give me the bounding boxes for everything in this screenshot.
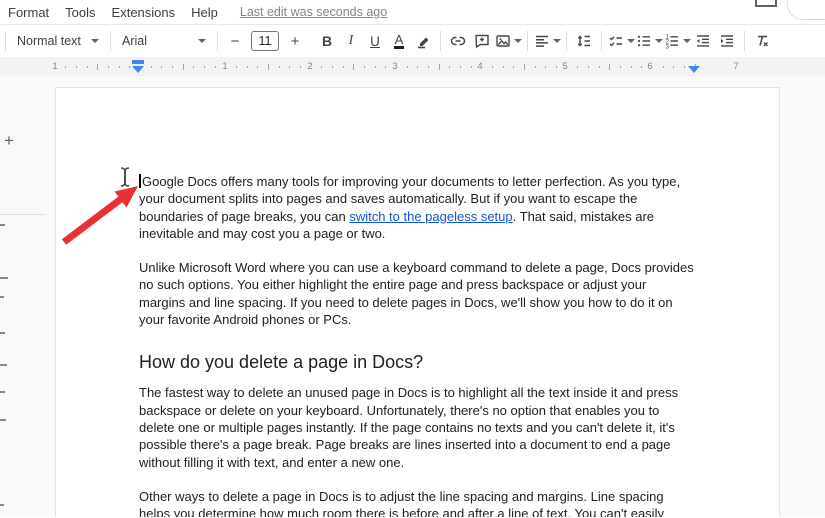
video-call-icon[interactable]: [755, 0, 777, 7]
chevron-down-icon: [683, 39, 691, 43]
font-size-decrease-button[interactable]: −: [223, 29, 247, 53]
text-color-button[interactable]: A: [387, 29, 411, 53]
share-button[interactable]: [787, 0, 825, 20]
increase-indent-icon: [718, 32, 736, 50]
insert-image-button[interactable]: [494, 29, 522, 53]
right-indent-marker[interactable]: [688, 66, 700, 73]
first-line-indent-marker[interactable]: [132, 60, 144, 64]
font-family-dropdown[interactable]: Arial: [116, 29, 212, 53]
menu-bar: Format Tools Extensions Help Last edit w…: [0, 0, 825, 25]
horizontal-ruler[interactable]: 1 1 2 3 4 5 6 7: [0, 57, 825, 76]
align-left-icon: [533, 32, 551, 50]
toolbar-divider: [744, 31, 745, 51]
paragraph-style-dropdown[interactable]: Normal text: [11, 29, 105, 53]
ruler-number: 1: [219, 60, 231, 73]
paragraph-style-value: Normal text: [17, 34, 81, 48]
chevron-down-icon: [91, 39, 99, 43]
checklist-button[interactable]: [607, 29, 635, 53]
toolbar-divider: [527, 31, 528, 51]
italic-button[interactable]: I: [339, 29, 363, 53]
bold-button[interactable]: B: [315, 29, 339, 53]
document-text[interactable]: Google Docs offers many tools for improv…: [139, 173, 695, 517]
outline-item-mark: [0, 224, 5, 226]
menu-format[interactable]: Format: [0, 5, 57, 20]
menu-help[interactable]: Help: [183, 5, 226, 20]
bulleted-list-button[interactable]: [635, 29, 663, 53]
chevron-down-icon: [514, 39, 522, 43]
outline-item-mark: [0, 364, 7, 366]
paragraph[interactable]: Unlike Microsoft Word where you can use …: [139, 259, 695, 328]
chevron-down-icon: [655, 39, 663, 43]
toolbar-divider: [217, 31, 218, 51]
menu-tools[interactable]: Tools: [57, 5, 103, 20]
left-indent-marker[interactable]: [132, 66, 144, 73]
format-toolbar: Normal text Arial − 11 + B I U A 1 2 3: [0, 25, 825, 57]
ruler-number: 3: [389, 60, 401, 73]
document-canvas: + Google Docs offers many tools for impr…: [0, 76, 825, 517]
checklist-icon: [607, 32, 625, 50]
chevron-down-icon: [627, 39, 635, 43]
link-icon: [449, 32, 467, 50]
toolbar-divider: [601, 31, 602, 51]
last-edit-link[interactable]: Last edit was seconds ago: [240, 5, 387, 19]
chevron-down-icon: [553, 39, 561, 43]
outline-item-mark: [0, 419, 6, 421]
increase-indent-button[interactable]: [715, 29, 739, 53]
ruler-number: 4: [474, 60, 486, 73]
toolbar-divider: [5, 31, 6, 51]
font-family-value: Arial: [122, 34, 148, 48]
highlighter-icon: [414, 32, 432, 50]
add-comment-button[interactable]: [470, 29, 494, 53]
outline-item-mark: [0, 504, 4, 506]
decrease-indent-icon: [694, 32, 712, 50]
svg-text:3: 3: [666, 45, 670, 51]
ruler-number: 1: [49, 60, 61, 73]
ruler-number: 5: [559, 60, 571, 73]
line-spacing-icon: [575, 32, 593, 50]
highlight-color-button[interactable]: [411, 29, 435, 53]
bulleted-list-icon: [635, 32, 653, 50]
font-size-input[interactable]: 11: [251, 31, 279, 51]
toolbar-divider: [566, 31, 567, 51]
add-summary-button[interactable]: +: [1, 132, 17, 149]
paragraph[interactable]: Google Docs offers many tools for improv…: [139, 173, 695, 242]
document-page[interactable]: Google Docs offers many tools for improv…: [55, 87, 780, 517]
line-spacing-button[interactable]: [572, 29, 596, 53]
toolbar-divider: [110, 31, 111, 51]
minus-icon: −: [230, 32, 240, 50]
ruler-number: 2: [304, 60, 316, 73]
outline-item-mark: [0, 332, 5, 334]
paragraph[interactable]: The fastest way to delete an unused page…: [139, 384, 695, 470]
paragraph[interactable]: Other ways to delete a page in Docs is t…: [139, 488, 695, 517]
align-button[interactable]: [533, 29, 561, 53]
insert-link-button[interactable]: [446, 29, 470, 53]
ruler-number: 7: [730, 60, 742, 73]
menu-extensions[interactable]: Extensions: [104, 5, 184, 20]
text-caret: [139, 174, 141, 188]
numbered-list-icon: 1 2 3: [663, 32, 681, 50]
outline-item-mark: [0, 277, 8, 279]
font-size-increase-button[interactable]: +: [283, 29, 307, 53]
clear-formatting-icon: [753, 32, 771, 50]
numbered-list-button[interactable]: 1 2 3: [663, 29, 691, 53]
text-color-icon: A: [393, 31, 405, 49]
pageless-setup-link[interactable]: switch to the pageless setup: [349, 209, 512, 224]
chevron-down-icon: [198, 39, 206, 43]
image-icon: [494, 32, 512, 50]
outline-item-mark: [0, 391, 5, 393]
outline-item-mark: [0, 296, 4, 298]
decrease-indent-button[interactable]: [691, 29, 715, 53]
toolbar-divider: [440, 31, 441, 51]
ruler-number: 6: [644, 60, 656, 73]
plus-icon: +: [290, 32, 300, 50]
comment-icon: [473, 32, 491, 50]
clear-formatting-button[interactable]: [750, 29, 774, 53]
section-heading[interactable]: How do you delete a page in Docs?: [139, 349, 695, 375]
underline-button[interactable]: U: [363, 29, 387, 53]
outline-divider: [0, 214, 45, 215]
